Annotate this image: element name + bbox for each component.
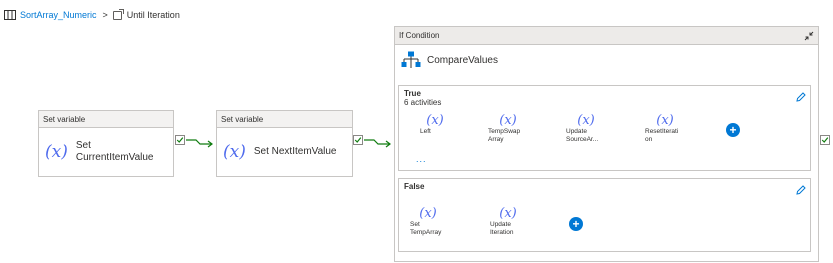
false-branch[interactable]: False <box>398 178 811 252</box>
activity-label: TempSwap Array <box>488 128 521 143</box>
connector-2 <box>364 139 391 148</box>
activity-label: Left <box>420 128 431 135</box>
if-condition-icon <box>401 51 421 68</box>
variable-icon: (x) <box>419 206 437 221</box>
activity-label: Update Iteration <box>490 221 514 236</box>
check-icon <box>821 137 829 143</box>
true-branch-title: True <box>404 89 421 98</box>
activity-label: Set TempArray <box>410 221 442 236</box>
true-activity-left[interactable]: (x) Left <box>420 113 450 136</box>
variable-icon: (x) <box>499 206 517 221</box>
edit-true-branch-icon[interactable] <box>796 92 806 102</box>
edit-false-branch-icon[interactable] <box>796 185 806 195</box>
activity-set-next-item-value[interactable]: Set variable (x) Set NextItemValue <box>216 110 353 177</box>
variable-icon: (x) <box>499 113 517 128</box>
false-branch-title: False <box>404 182 425 191</box>
success-output-handle[interactable] <box>820 135 830 145</box>
true-activity-tempswap-array[interactable]: (x) TempSwap Array <box>488 113 528 144</box>
true-activity-update-source-array[interactable]: (x) Update SourceAr... <box>566 113 606 144</box>
false-activity-update-iteration[interactable]: (x) Update Iteration <box>490 206 526 237</box>
true-activity-reset-iteration[interactable]: (x) ResetIterati on <box>645 113 685 144</box>
if-condition-type-label: If Condition <box>399 31 440 40</box>
add-true-activity-button[interactable]: + <box>726 123 740 137</box>
if-condition-header: If Condition <box>395 27 818 45</box>
variable-icon: (x) <box>577 113 595 128</box>
variable-icon: (x) <box>426 113 444 128</box>
true-branch-count: 6 activities <box>404 98 442 107</box>
connector-1 <box>186 139 213 148</box>
check-icon <box>354 137 362 143</box>
false-activity-set-temp-array[interactable]: (x) Set TempArray <box>410 206 446 237</box>
if-condition-name: CompareValues <box>427 54 498 66</box>
collapse-icon[interactable] <box>804 31 814 41</box>
activity-type-label: Set variable <box>217 111 352 128</box>
more-activities-ellipsis[interactable]: ... <box>416 154 427 164</box>
variable-icon: (x) <box>656 113 674 128</box>
add-false-activity-button[interactable]: + <box>569 217 583 231</box>
activity-label: ResetIterati on <box>645 128 679 143</box>
variable-icon: (x) <box>223 142 246 162</box>
success-output-handle[interactable] <box>353 135 363 145</box>
activity-label: Update SourceAr... <box>566 128 599 143</box>
activity-name: Set NextItemValue <box>253 146 337 157</box>
